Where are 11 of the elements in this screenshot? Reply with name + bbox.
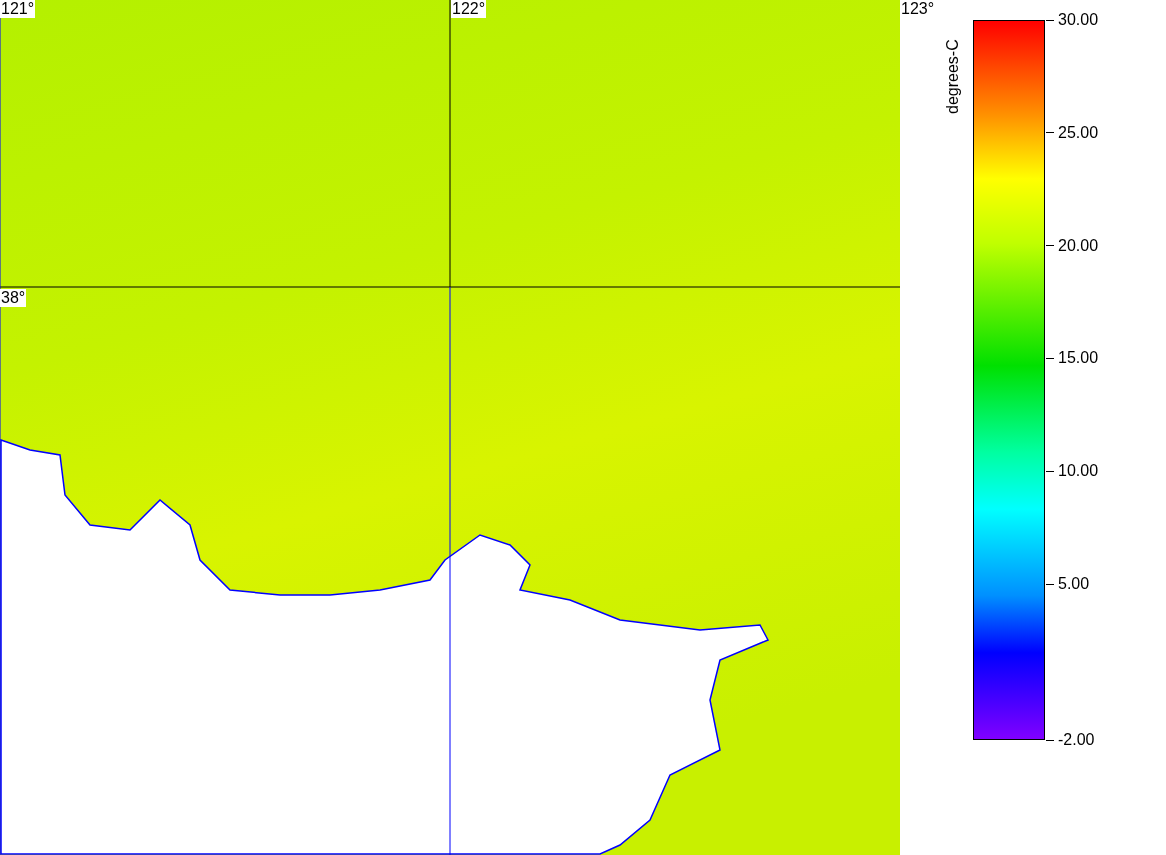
scale-tick-label: -2.00 (1058, 731, 1095, 749)
scale-tick-label: 30.00 (1058, 11, 1099, 29)
longitude-label: 121° (0, 0, 36, 18)
scale-tick-label: 25.00 (1058, 123, 1099, 142)
scale-tick-label: 20.00 (1058, 236, 1099, 255)
longitude-label: 122° (451, 0, 487, 18)
scale-tick-label: 5.00 (1058, 575, 1090, 593)
scale-tick-label: 15.00 (1058, 349, 1099, 368)
latitude-label: 38° (0, 289, 27, 307)
scale-tick-label: 10.00 (1058, 462, 1099, 481)
unit-label: degrees-C (944, 39, 962, 114)
